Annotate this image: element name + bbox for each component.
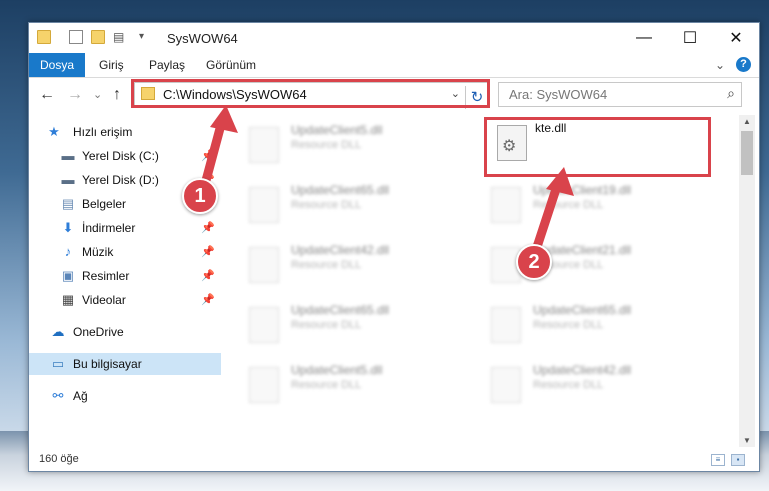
arrow-1-shaft (199, 116, 227, 193)
arrow-2-shaft (531, 178, 563, 255)
callout-badge-1: 1 (182, 178, 218, 214)
arrow-1-head (210, 105, 238, 133)
callout-badge-2: 2 (516, 244, 552, 280)
arrow-2-head (546, 167, 574, 196)
annotation-arrows (199, 105, 574, 255)
